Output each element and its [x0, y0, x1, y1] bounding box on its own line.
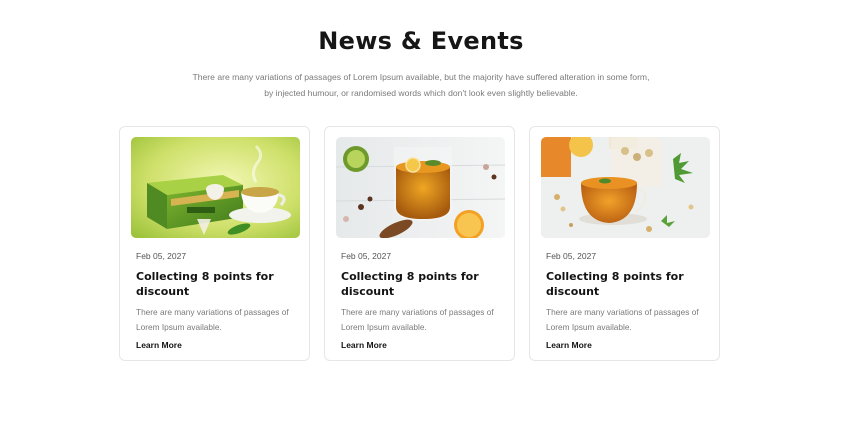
card-title[interactable]: Collecting 8 points for discount — [546, 270, 706, 299]
section-subtitle-line-2: by injected humour, or randomised words … — [264, 87, 578, 98]
card-excerpt: There are many variations of passages of… — [546, 307, 699, 332]
card-excerpt: There are many variations of passages of… — [136, 307, 289, 332]
card-title[interactable]: Collecting 8 points for discount — [341, 270, 501, 299]
section-subtitle: There are many variations of passages of… — [170, 70, 672, 101]
news-card[interactable]: Feb 05, 2027 Collecting 8 points for dis… — [529, 126, 720, 361]
herbal-tea-cup-image[interactable] — [541, 137, 710, 238]
news-card[interactable]: Feb 05, 2027 Collecting 8 points for dis… — [324, 126, 515, 361]
card-date: Feb 05, 2027 — [341, 251, 392, 261]
learn-more-link[interactable]: Learn More — [136, 340, 182, 350]
card-date: Feb 05, 2027 — [136, 251, 187, 261]
card-title[interactable]: Collecting 8 points for discount — [136, 270, 296, 299]
section-subtitle-line-1: There are many variations of passages of… — [192, 72, 650, 82]
card-excerpt: There are many variations of passages of… — [341, 307, 494, 332]
green-tea-box-image[interactable] — [131, 137, 300, 238]
learn-more-link[interactable]: Learn More — [546, 340, 592, 350]
section-title: News & Events — [318, 27, 524, 55]
news-card[interactable]: Feb 05, 2027 Collecting 8 points for dis… — [119, 126, 310, 361]
learn-more-link[interactable]: Learn More — [341, 340, 387, 350]
citrus-tea-glass-image[interactable] — [336, 137, 505, 238]
card-date: Feb 05, 2027 — [546, 251, 597, 261]
